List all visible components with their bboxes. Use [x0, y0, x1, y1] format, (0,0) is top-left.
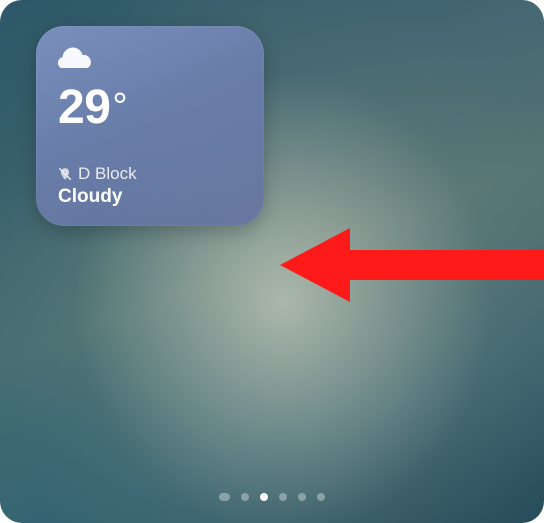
location-name: D Block: [78, 164, 137, 184]
page-dot-2[interactable]: [260, 493, 268, 501]
annotation-arrow: [280, 220, 544, 310]
page-dot-search[interactable]: [219, 493, 230, 501]
location-row: D Block: [58, 164, 242, 184]
weather-widget[interactable]: 29 ° D Block Cloudy: [36, 26, 264, 226]
page-dot-5[interactable]: [317, 493, 325, 501]
page-dot-1[interactable]: [241, 493, 249, 501]
page-dot-4[interactable]: [298, 493, 306, 501]
home-screen-page[interactable]: 29 ° D Block Cloudy: [0, 0, 544, 523]
temperature-unit: °: [112, 86, 127, 129]
page-indicator[interactable]: [0, 493, 544, 501]
arrow-left-icon: [280, 228, 544, 302]
cloud-icon: [58, 46, 92, 68]
temperature-value: 29: [58, 84, 110, 132]
weather-condition-icon: [58, 46, 242, 76]
location-off-icon: [58, 166, 72, 182]
temperature-display: 29 °: [58, 84, 242, 132]
weather-condition-text: Cloudy: [58, 186, 242, 208]
page-dot-3[interactable]: [279, 493, 287, 501]
